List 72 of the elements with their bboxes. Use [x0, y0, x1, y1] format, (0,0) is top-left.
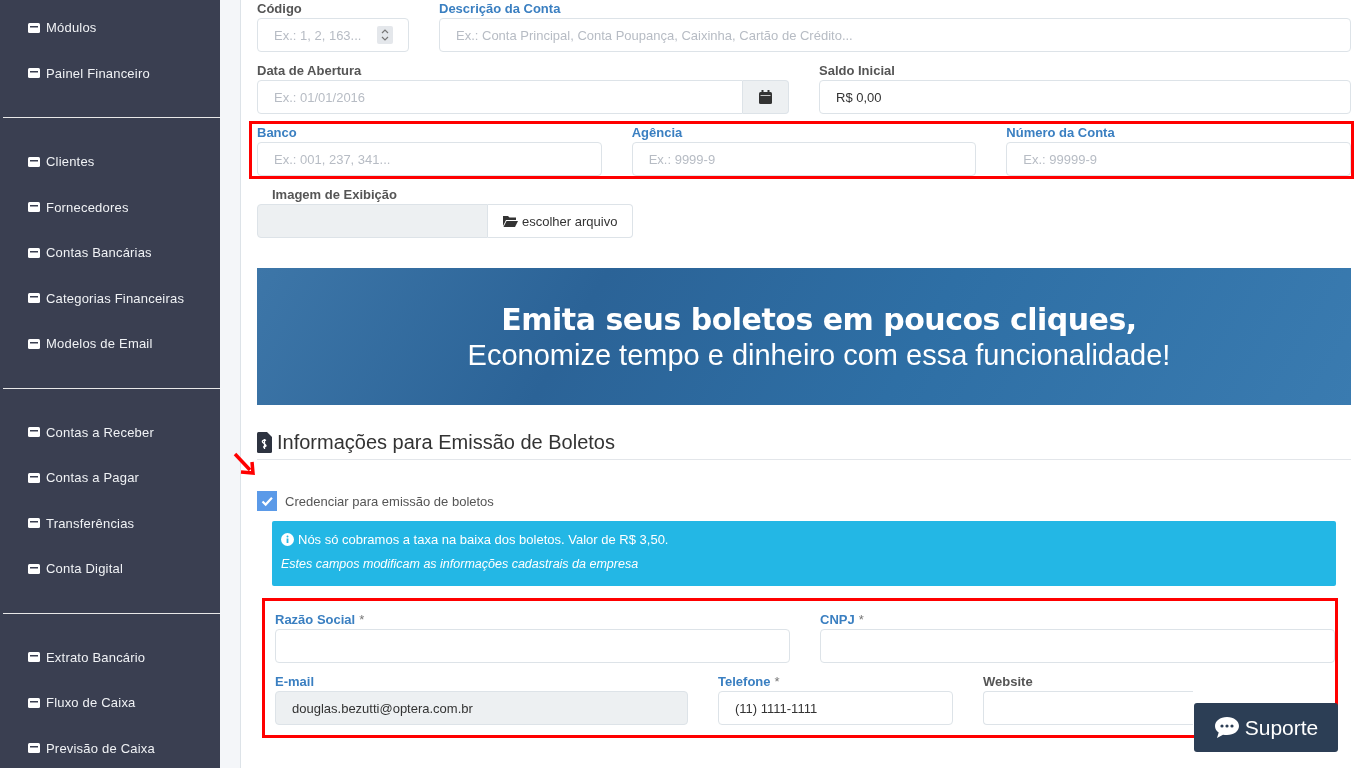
menu-item-icon: [27, 425, 41, 440]
field-label: Telefone: [718, 673, 771, 689]
checkbox-label[interactable]: Credenciar para emissão de boletos: [285, 493, 494, 509]
banner-headline: Emita seus boletos em poucos cliques,: [501, 301, 1137, 337]
sidebar-item[interactable]: Fluxo de Caixa: [3, 680, 220, 726]
sidebar-item[interactable]: Contas a Receber: [3, 409, 220, 455]
required-mark: *: [774, 673, 780, 689]
sidebar-item[interactable]: Conta Digital: [3, 546, 220, 592]
menu-item-icon: [27, 741, 41, 756]
field-label: Descrição da Conta: [439, 0, 561, 16]
spinner-icon[interactable]: [377, 26, 393, 44]
menu-item-icon: [27, 291, 41, 306]
menu-item-icon: [27, 66, 41, 81]
sidebar-item[interactable]: Módulos: [3, 5, 220, 51]
calendar-icon: [759, 90, 772, 104]
menu-item-icon: [27, 561, 41, 576]
field-label: Website: [983, 673, 1033, 689]
required-mark: *: [858, 611, 864, 627]
invoice-icon: [257, 432, 272, 453]
sidebar-item[interactable]: Painel Financeiro: [3, 50, 220, 96]
alert-note: Estes campos modificam as informações cadastrais da empresa: [281, 557, 640, 571]
sidebar-item[interactable]: Contas a Pagar: [3, 455, 220, 501]
menu-item-icon: [27, 470, 41, 485]
text-field[interactable]: R$ 0,00: [819, 80, 1351, 114]
field-label: Saldo Inicial: [819, 62, 895, 78]
text-field[interactable]: Ex.: 001, 237, 341...: [257, 142, 602, 176]
info-icon: [281, 533, 294, 546]
text-field[interactable]: Ex.: Conta Principal, Conta Poupança, Caixinha, Cartão de Crédito...: [439, 18, 1351, 52]
sidebar-item[interactable]: Clientes: [3, 139, 220, 185]
menu-item-icon: [27, 336, 41, 351]
file-name-field[interactable]: [257, 204, 488, 238]
field-label: CNPJ: [820, 611, 855, 627]
sidebar-item[interactable]: Modelos de Email: [3, 321, 220, 367]
sidebar-item[interactable]: Contas Bancárias: [3, 230, 220, 276]
field-label: Agência: [631, 124, 683, 140]
menu-item-icon: [27, 650, 41, 665]
number-field[interactable]: Ex.: 1, 2, 163...: [257, 18, 409, 52]
text-field[interactable]: [275, 629, 790, 663]
calendar-button[interactable]: [743, 80, 789, 114]
folder-icon: [503, 215, 518, 227]
menu-item-icon: [27, 695, 41, 710]
field-label: Data de Abertura: [257, 62, 362, 78]
field-label: Razão Social: [275, 611, 356, 627]
menu-item-icon: [27, 20, 41, 35]
text-field[interactable]: (11) 1111-1111: [718, 691, 953, 725]
banner-subline: Economize tempo e dinheiro com essa funcionalidade!: [467, 338, 1171, 372]
sidebar-item[interactable]: Previsão de Caixa: [3, 725, 220, 768]
field-label: Código: [257, 0, 302, 16]
field-label: Banco: [257, 124, 297, 140]
sidebar-item[interactable]: Fornecedores: [3, 184, 220, 230]
text-field[interactable]: Ex.: 99999-9: [1006, 142, 1351, 176]
sidebar-item[interactable]: Categorias Financeiras: [3, 275, 220, 321]
text-field[interactable]: Ex.: 9999-9: [631, 142, 977, 176]
required-mark: *: [359, 611, 365, 627]
section-title: Informações para Emissão de Boletos: [277, 431, 615, 454]
menu-item-icon: [27, 516, 41, 531]
checkbox[interactable]: [257, 491, 277, 511]
chat-icon: [1213, 716, 1240, 739]
menu-item-icon: [27, 154, 41, 169]
text-field[interactable]: [820, 629, 1335, 663]
field-label: Número da Conta: [1006, 124, 1115, 140]
alert-text: Nós só cobramos a taxa na baixa dos boletos. Valor de R$ 3,50.: [298, 532, 669, 547]
date-field[interactable]: Ex.: 01/01/2016: [257, 80, 743, 114]
field-label: Imagem de Exibição: [272, 186, 397, 202]
sidebar-item[interactable]: Transferências: [3, 500, 220, 546]
choose-file-button[interactable]: escolher arquivo: [488, 204, 634, 238]
text-field[interactable]: [983, 691, 1193, 725]
field-label: E-mail: [275, 673, 314, 689]
menu-item-icon: [27, 200, 41, 215]
sidebar-item[interactable]: Extrato Bancário: [3, 634, 220, 680]
menu-item-icon: [27, 245, 41, 260]
support-button[interactable]: Suporte: [1194, 703, 1338, 752]
